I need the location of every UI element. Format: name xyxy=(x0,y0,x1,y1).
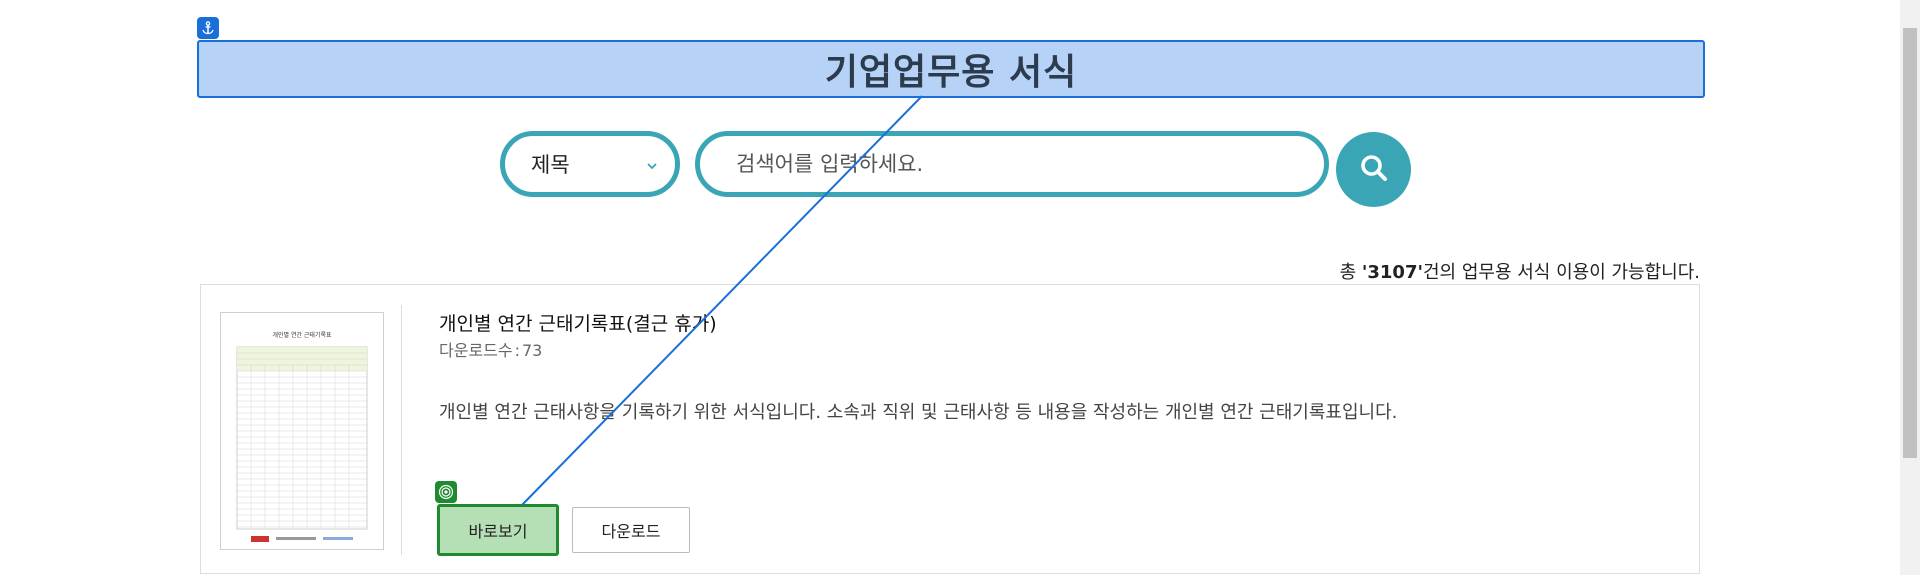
search-field-select[interactable]: 제목 xyxy=(500,131,680,197)
download-count: 다운로드수:73 xyxy=(439,337,542,361)
search-button[interactable] xyxy=(1336,132,1411,207)
thumbnail-title: 개인별 연간 근태기록표 xyxy=(272,331,331,339)
form-thumbnail[interactable]: 개인별 연간 근태기록표 xyxy=(220,312,384,550)
form-description: 개인별 연간 근태사항을 기록하기 위한 서식입니다. 소속과 직위 및 근태사… xyxy=(439,402,1398,423)
preview-button[interactable]: 바로보기 xyxy=(437,504,559,556)
vertical-scrollbar[interactable] xyxy=(1900,0,1920,575)
search-bar: 제목 xyxy=(0,130,1920,207)
result-count-text: 총 '3107'건의 업무용 서식 이용이 가능합니다. xyxy=(1340,258,1700,284)
page-title: 기업업무용 서식 xyxy=(824,52,1078,93)
item-divider xyxy=(401,305,402,555)
form-list-item: 개인별 연간 근태기록표 개인별 연간 근태기록표(결근 휴가) 다운로드수:7… xyxy=(200,284,1700,574)
page-title-banner: 기업업무용 서식 xyxy=(197,40,1705,98)
search-field-select-value: 제목 xyxy=(531,153,570,177)
search-input[interactable] xyxy=(695,131,1329,197)
result-count-prefix: 총 xyxy=(1339,262,1362,283)
download-count-value: 73 xyxy=(522,341,543,360)
search-icon xyxy=(1358,152,1390,187)
download-button[interactable]: 다운로드 xyxy=(572,507,690,553)
result-count-suffix: 건의 업무용 서식 이용이 가능합니다. xyxy=(1422,262,1700,283)
download-count-label: 다운로드수 xyxy=(439,341,513,360)
scrollbar-thumb[interactable] xyxy=(1903,28,1917,458)
download-count-colon: : xyxy=(514,341,520,360)
form-title[interactable]: 개인별 연간 근태기록표(결근 휴가) xyxy=(439,309,717,336)
anchor-icon xyxy=(197,17,219,39)
target-icon xyxy=(435,481,457,503)
chevron-down-icon xyxy=(645,158,659,177)
result-count-number: '3107' xyxy=(1361,262,1423,283)
